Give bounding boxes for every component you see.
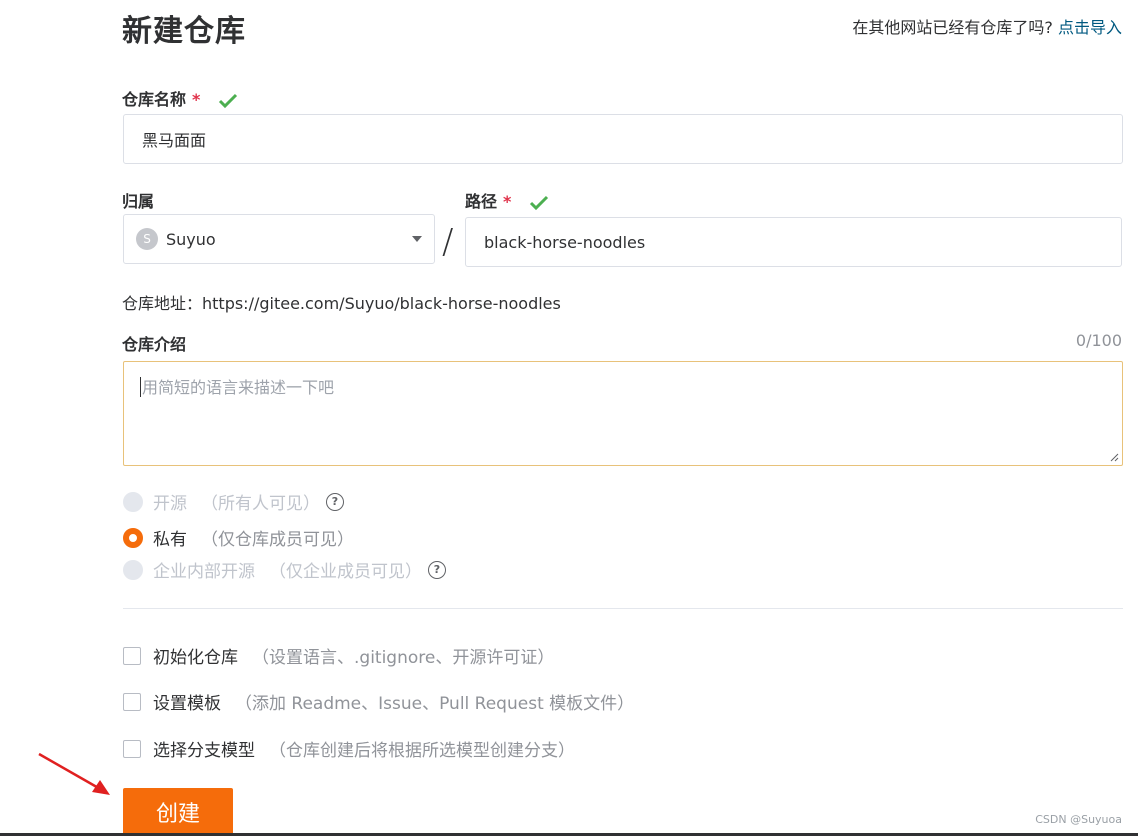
option-label: 初始化仓库 <box>153 648 238 668</box>
description-label: 仓库介绍 <box>122 335 187 354</box>
path-input[interactable]: black-horse-noodles <box>465 217 1122 267</box>
check-icon <box>529 195 549 210</box>
radio-label: 企业内部开源 <box>153 562 255 582</box>
repo-name-value: 黑马面面 <box>142 131 207 150</box>
path-label-text: 路径 <box>465 192 498 211</box>
owner-value: Suyuo <box>166 229 216 249</box>
question-icon[interactable]: ? <box>428 560 446 579</box>
option-note: （设置语言、.gitignore、开源许可证） <box>252 648 555 668</box>
import-link[interactable]: 点击导入 <box>1058 18 1122 37</box>
radio-note: （仅仓库成员可见） <box>201 530 354 550</box>
option-note: （仓库创建后将根据所选模型创建分支） <box>269 741 575 761</box>
required-mark: * <box>192 90 201 109</box>
option-branch-model[interactable]: 选择分支模型 （仓库创建后将根据所选模型创建分支） <box>123 736 575 761</box>
path-separator: / <box>442 222 454 262</box>
divider <box>123 608 1123 609</box>
option-note: （添加 Readme、Issue、Pull Request 模板文件） <box>235 694 635 714</box>
create-button[interactable]: 创建 <box>123 788 233 836</box>
radio-note: （所有人可见） <box>201 494 320 514</box>
page-title: 新建仓库 <box>122 14 246 49</box>
required-mark: * <box>503 192 512 211</box>
watermark: CSDN @Suyuoa <box>1035 813 1122 826</box>
radio-label: 开源 <box>153 494 187 514</box>
repo-url: 仓库地址：https://gitee.com/Suyuo/black-horse… <box>122 294 561 313</box>
description-counter: 0/100 <box>1075 331 1122 350</box>
option-label: 选择分支模型 <box>153 741 255 761</box>
radio-button[interactable] <box>123 491 143 512</box>
option-template[interactable]: 设置模板 （添加 Readme、Issue、Pull Request 模板文件） <box>123 689 634 714</box>
repo-name-label: 仓库名称 * <box>122 86 238 110</box>
text-cursor <box>140 377 141 397</box>
checkbox[interactable] <box>123 646 141 665</box>
question-icon[interactable]: ? <box>326 492 344 511</box>
description-placeholder: 用简短的语言来描述一下吧 <box>142 378 335 397</box>
resize-handle-icon[interactable] <box>1109 452 1119 462</box>
radio-private[interactable]: 私有 （仅仓库成员可见） <box>123 525 354 550</box>
radio-label: 私有 <box>153 530 187 550</box>
import-hint: 在其他网站已经有仓库了吗? 点击导入 <box>852 14 1122 38</box>
caret-down-icon <box>412 236 422 242</box>
check-icon <box>218 93 238 108</box>
owner-selected: S Suyuo <box>136 228 216 250</box>
radio-internal[interactable]: 企业内部开源 （仅企业成员可见） ? <box>123 557 446 582</box>
radio-button[interactable] <box>123 527 143 548</box>
option-label: 设置模板 <box>153 694 221 714</box>
path-value: black-horse-noodles <box>484 232 646 252</box>
arrow-annotation-icon <box>38 752 110 795</box>
option-init-repo[interactable]: 初始化仓库 （设置语言、.gitignore、开源许可证） <box>123 643 554 668</box>
radio-note: （仅企业成员可见） <box>269 562 422 582</box>
checkbox[interactable] <box>123 692 141 711</box>
owner-select[interactable]: S Suyuo <box>123 214 435 264</box>
radio-button[interactable] <box>123 559 143 580</box>
import-hint-text: 在其他网站已经有仓库了吗? <box>852 18 1053 37</box>
radio-public[interactable]: 开源 （所有人可见） ? <box>123 489 344 514</box>
path-label: 路径 * <box>465 188 549 212</box>
owner-label: 归属 <box>122 192 155 211</box>
checkbox[interactable] <box>123 739 141 758</box>
avatar: S <box>136 228 158 250</box>
description-textarea[interactable]: 用简短的语言来描述一下吧 <box>123 361 1123 466</box>
repo-name-input[interactable]: 黑马面面 <box>123 114 1123 164</box>
repo-name-label-text: 仓库名称 <box>122 90 187 109</box>
